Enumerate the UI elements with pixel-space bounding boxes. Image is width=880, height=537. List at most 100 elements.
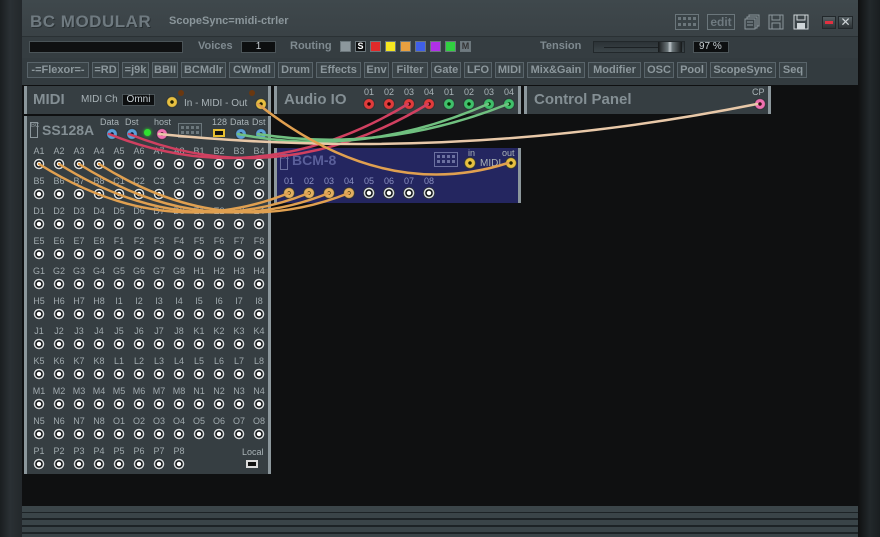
category-button-flexor[interactable]: -=Flexor=- [27,62,89,78]
port-jack-B6[interactable] [53,188,65,200]
port-jack-A8[interactable] [173,158,185,170]
copy-icon[interactable] [744,14,760,30]
category-button-midi[interactable]: MIDI [495,62,524,78]
port-jack-D3[interactable] [73,218,85,230]
close-button[interactable]: ✕ [838,16,853,29]
port-jack-L5[interactable] [193,368,205,380]
port-jack-K4[interactable] [253,338,265,350]
port-jack-D2[interactable] [53,218,65,230]
port-jack-N6[interactable] [53,428,65,440]
port-jack-G1[interactable] [33,278,45,290]
category-button-bcmdlr[interactable]: BCMdlr [181,62,226,78]
port-jack-M2[interactable] [53,398,65,410]
port-jack-F2[interactable] [133,248,145,260]
port-jack-J6[interactable] [133,338,145,350]
port-jack-A2[interactable] [53,158,65,170]
port-jack-H1[interactable] [193,278,205,290]
port-jack-E1[interactable] [193,218,205,230]
port-jack-B7[interactable] [73,188,85,200]
port-jack-A1[interactable] [33,158,45,170]
port-jack-G7[interactable] [153,278,165,290]
module-control-panel[interactable]: Control Panel CP [524,86,771,114]
port-jack-G3[interactable] [73,278,85,290]
midi-out-jack[interactable] [255,98,267,110]
port-jack-B3[interactable] [233,158,245,170]
port-jack-M8[interactable] [173,398,185,410]
port-jack-G8[interactable] [173,278,185,290]
port-jack-E7[interactable] [73,248,85,260]
edit-button[interactable]: edit [707,14,735,30]
category-button-mix-gain[interactable]: Mix&Gain [527,62,585,78]
port-jack-M1[interactable] [33,398,45,410]
port-jack-B2[interactable] [213,158,225,170]
port-jack-P8[interactable] [173,458,185,470]
category-button-lfo[interactable]: LFO [464,62,492,78]
port-jack-M4[interactable] [93,398,105,410]
port-jack-G2[interactable] [53,278,65,290]
local-toggle[interactable] [246,460,258,468]
port-jack-C6[interactable] [213,188,225,200]
port-jack-F7[interactable] [233,248,245,260]
port-jack-C3[interactable] [153,188,165,200]
port-jack-E4[interactable] [253,218,265,230]
port-jack-K3[interactable] [233,338,245,350]
port-jack-L8[interactable] [253,368,265,380]
port-jack-J2[interactable] [53,338,65,350]
category-button-seq[interactable]: Seq [779,62,807,78]
category-button-drum[interactable]: Drum [278,62,313,78]
port-jack-E2[interactable] [213,218,225,230]
voices-field[interactable]: 1 [241,41,276,53]
category-button-env[interactable]: Env [364,62,389,78]
port-jack-I4[interactable] [173,308,185,320]
category-button-effects[interactable]: Effects [316,62,361,78]
port-jack-D1[interactable] [33,218,45,230]
bcm-port-jack-05[interactable] [363,187,375,199]
port-jack-J7[interactable] [153,338,165,350]
port-jack-I8[interactable] [253,308,265,320]
port-jack-I7[interactable] [233,308,245,320]
category-button-j9k[interactable]: =j9k [122,62,149,78]
port-jack-L3[interactable] [153,368,165,380]
port-jack-H2[interactable] [213,278,225,290]
data-out-jack[interactable] [235,128,247,140]
routing-swatch-yellow[interactable] [385,41,396,52]
port-jack-D8[interactable] [173,218,185,230]
port-jack-J8[interactable] [173,338,185,350]
port-jack-A3[interactable] [73,158,85,170]
port-jack-G5[interactable] [113,278,125,290]
port-jack-C4[interactable] [173,188,185,200]
dst-out-jack[interactable] [255,128,267,140]
port-jack-B4[interactable] [253,158,265,170]
port-jack-E3[interactable] [233,218,245,230]
port-jack-L2[interactable] [133,368,145,380]
routing-swatch-solo[interactable]: S [355,41,366,52]
port-jack-B8[interactable] [93,188,105,200]
module-midi[interactable]: MIDI MIDI Ch Omni In - MIDI - Out [24,86,271,114]
port-jack-A6[interactable] [133,158,145,170]
port-jack-K7[interactable] [73,368,85,380]
routing-swatch-blue[interactable] [415,41,426,52]
tension-slider-thumb[interactable] [658,42,682,52]
module-ss128a[interactable]: BC SS128A Data Dst host 128 Data Dst A1 A… [24,116,271,474]
save-icon[interactable] [768,14,784,30]
port-jack-F8[interactable] [253,248,265,260]
tension-slider[interactable] [593,41,685,53]
port-jack-A5[interactable] [113,158,125,170]
port-jack-P4[interactable] [93,458,105,470]
port-jack-M3[interactable] [73,398,85,410]
category-button-gate[interactable]: Gate [431,62,461,78]
host-jack[interactable] [156,128,168,140]
category-button-modifier[interactable]: Modifier [588,62,641,78]
port-jack-N5[interactable] [33,428,45,440]
port-jack-H5[interactable] [33,308,45,320]
cp-jack[interactable] [754,98,766,110]
bcm-port-jack-03[interactable] [323,187,335,199]
routing-swatch-gray[interactable] [340,41,351,52]
port-jack-N3[interactable] [233,398,245,410]
port-jack-D6[interactable] [133,218,145,230]
category-button-pool[interactable]: Pool [677,62,707,78]
category-button-bbii[interactable]: BBII [152,62,178,78]
port-jack-C5[interactable] [193,188,205,200]
routing-swatch-purple[interactable] [430,41,441,52]
port-jack-F6[interactable] [213,248,225,260]
